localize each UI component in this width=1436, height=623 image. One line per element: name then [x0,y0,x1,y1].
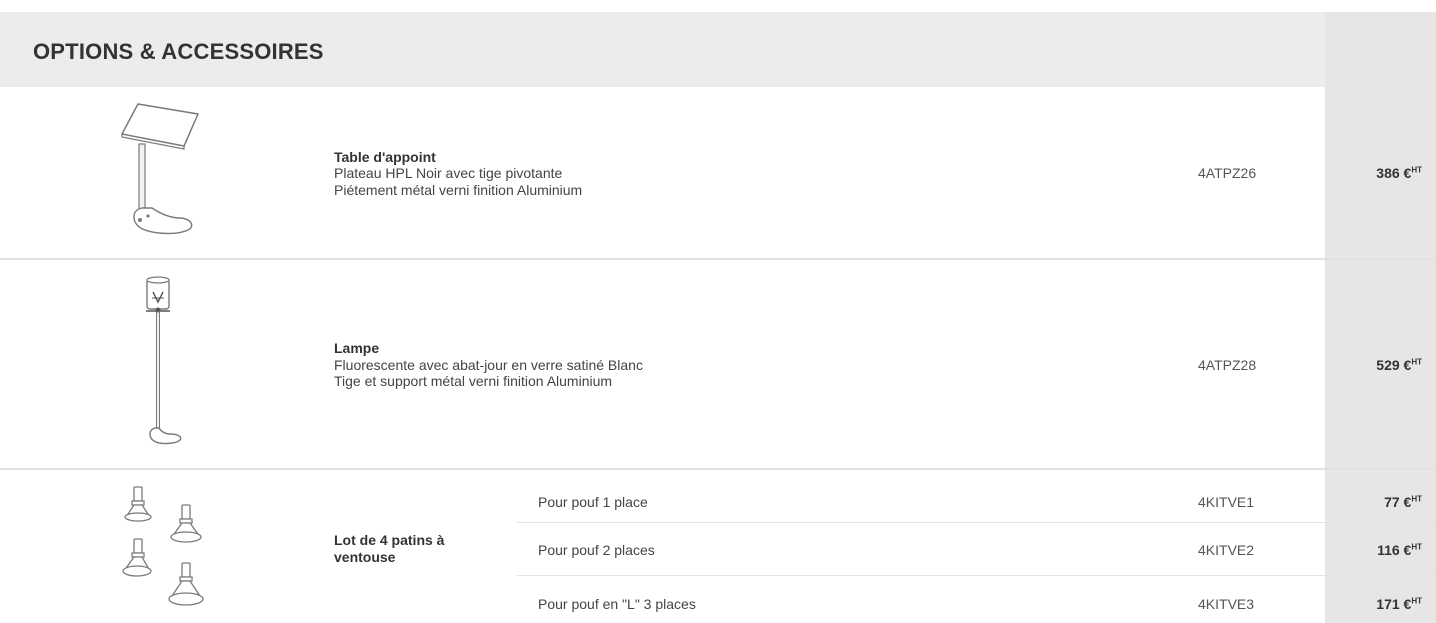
variant-label: Pour pouf en "L" 3 places [538,596,696,612]
product-name: Lampe [334,340,380,356]
variant-price: 116 €HT [1377,542,1422,558]
section-header: OPTIONS & ACCESSOIRES [0,12,1436,87]
side-table-icon [120,103,200,235]
price-tax-suffix: HT [1411,165,1422,175]
variant-reference: 4KITVE2 [1198,542,1255,558]
product-description-line: Plateau HPL Noir avec tige pivotante [334,165,563,181]
variant-price: 171 €HT [1376,596,1422,612]
row-divider [0,468,1436,470]
variant-divider [517,575,1436,576]
product-reference: 4ATPZ28 [1198,357,1257,373]
variant-reference: 4KITVE1 [1198,494,1255,510]
product-price: 529 €HT [1376,357,1422,373]
variant-price: 77 €HT [1384,494,1422,510]
variant-reference: 4KITVE3 [1198,596,1255,612]
product-description-line: Fluorescente avec abat-jour en verre sat… [334,357,643,373]
product-description-line: Tige et support métal verni finition Alu… [334,373,613,389]
product-name: Table d'appoint [334,149,436,165]
variant-divider [517,522,1436,523]
options-page: OPTIONS & ACCESSOIRES Table d'appoint Pl… [0,0,1436,623]
price-value: 77 € [1384,494,1412,510]
price-value: 116 € [1377,542,1412,558]
price-tax-suffix: HT [1411,596,1422,606]
section-title: OPTIONS & ACCESSOIRES [33,39,324,64]
price-value: 171 € [1376,596,1412,612]
suction-pads-icon [122,486,204,606]
price-tax-suffix: HT [1411,494,1422,504]
product-description-line: Piétement métal verni finition Aluminium [334,182,583,198]
price-tax-suffix: HT [1411,357,1422,367]
variant-label: Pour pouf 2 places [538,542,655,558]
price-value: 529 € [1376,357,1412,373]
product-reference: 4ATPZ26 [1198,165,1257,181]
product-price: 386 €HT [1376,165,1422,181]
price-tax-suffix: HT [1411,542,1422,552]
price-value: 386 € [1376,165,1412,181]
product-name: Lot de 4 patins à ventouse [334,532,484,566]
product-name-text: Lot de 4 patins à ventouse [334,532,445,565]
floor-lamp-icon [146,276,182,445]
row-divider [0,258,1436,260]
variant-label: Pour pouf 1 place [538,494,648,510]
price-column-background [1325,12,1436,623]
